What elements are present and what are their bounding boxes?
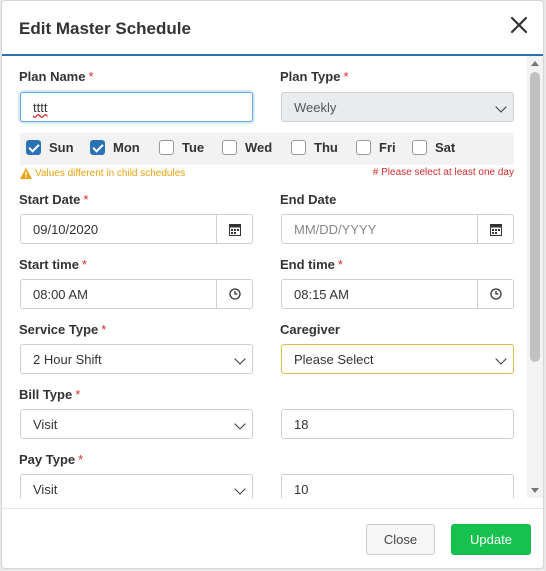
chevron-down-icon — [234, 353, 246, 365]
scroll-down-icon[interactable] — [531, 488, 539, 493]
checkbox-tue[interactable] — [159, 140, 174, 155]
day-sat[interactable]: Sat — [412, 140, 455, 155]
edit-master-schedule-modal: Edit Master Schedule Plan Name * Plan Typ… — [1, 0, 544, 569]
checkbox-fri[interactable] — [356, 140, 371, 155]
chevron-down-icon — [234, 483, 246, 495]
caregiver-select[interactable]: Please Select — [281, 344, 514, 374]
checkbox-sun[interactable] — [26, 140, 41, 155]
clock-icon[interactable] — [216, 280, 252, 308]
day-mon[interactable]: Mon — [90, 140, 140, 155]
service-type-select[interactable]: 2 Hour Shift — [20, 344, 253, 374]
day-fri[interactable]: Fri — [356, 140, 396, 155]
caregiver-label: Caregiver — [280, 322, 340, 337]
bill-type-select[interactable]: Visit — [20, 409, 253, 439]
plan-type-select[interactable]: Weekly — [281, 92, 514, 122]
pay-type-label: Pay Type * — [19, 452, 84, 467]
bill-rate-input[interactable]: 18 — [281, 409, 514, 439]
start-date-input[interactable]: 09/10/2020 — [20, 214, 253, 244]
close-button[interactable]: Close — [366, 524, 435, 555]
scrollbar-thumb[interactable] — [530, 72, 540, 362]
clock-icon[interactable] — [477, 280, 513, 308]
modal-footer: Close Update — [2, 508, 543, 568]
modal-header: Edit Master Schedule — [2, 1, 543, 56]
end-date-label: End Date — [280, 192, 337, 207]
chevron-down-icon — [495, 353, 507, 365]
end-date-input[interactable]: MM/DD/YYYY — [281, 214, 514, 244]
checkbox-thu[interactable] — [291, 140, 306, 155]
error-message: # Please select at least one day — [372, 167, 514, 178]
day-sun[interactable]: Sun — [26, 140, 74, 155]
close-icon[interactable] — [507, 13, 531, 37]
end-time-label: End time * — [280, 257, 343, 272]
vertical-scrollbar[interactable] — [527, 56, 543, 498]
scroll-up-icon[interactable] — [531, 61, 539, 66]
plan-name-label: Plan Name * — [19, 69, 94, 84]
calendar-icon[interactable] — [477, 215, 513, 243]
pay-rate-input[interactable]: 10 — [281, 474, 514, 498]
day-tue[interactable]: Tue — [159, 140, 204, 155]
pay-type-select[interactable]: Visit — [20, 474, 253, 498]
modal-body: Plan Name * Plan Type * tttt Weekly Sun Mo… — [2, 56, 529, 498]
start-date-label: Start Date * — [19, 192, 89, 207]
days-selector: Sun Mon Tue Wed Thu Fri Sat — [20, 133, 514, 165]
checkbox-sat[interactable] — [412, 140, 427, 155]
warning-icon — [20, 168, 32, 179]
plan-name-input[interactable]: tttt — [20, 92, 253, 122]
plan-type-label: Plan Type * — [280, 69, 349, 84]
chevron-down-icon — [495, 101, 507, 113]
calendar-icon[interactable] — [216, 215, 252, 243]
start-time-label: Start time * — [19, 257, 88, 272]
end-time-input[interactable]: 08:15 AM — [281, 279, 514, 309]
chevron-down-icon — [234, 418, 246, 430]
day-thu[interactable]: Thu — [291, 140, 338, 155]
start-time-input[interactable]: 08:00 AM — [20, 279, 253, 309]
bill-type-label: Bill Type * — [19, 387, 81, 402]
modal-title: Edit Master Schedule — [19, 19, 191, 38]
update-button[interactable]: Update — [451, 524, 531, 555]
checkbox-wed[interactable] — [222, 140, 237, 155]
warning-message: Values different in child schedules — [20, 168, 185, 179]
checkbox-mon[interactable] — [90, 140, 105, 155]
day-wed[interactable]: Wed — [222, 140, 272, 155]
service-type-label: Service Type * — [19, 322, 107, 337]
